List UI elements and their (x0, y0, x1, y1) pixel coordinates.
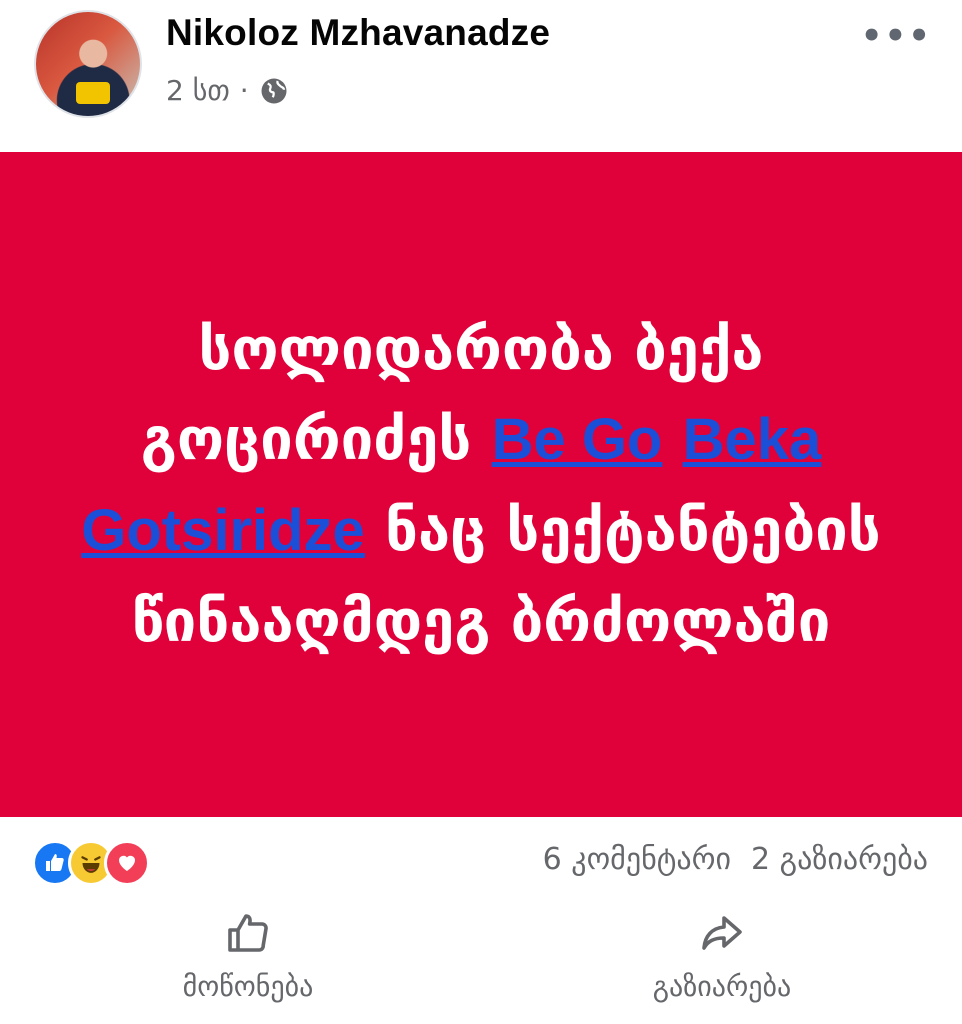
author-avatar[interactable] (34, 10, 142, 118)
author-name[interactable]: Nikoloz Mzhavanadze (166, 12, 550, 54)
meta-separator: · (239, 74, 249, 107)
microphone-shape (76, 82, 110, 104)
share-button[interactable]: გაზიარება (592, 910, 852, 1003)
thumbs-up-icon (228, 914, 268, 952)
banner-text: სოლიდარობა ბექა გოცირიძეს Be Go Beka Got… (51, 304, 911, 666)
more-options-icon[interactable]: ••• (861, 16, 932, 56)
shares-count[interactable]: 2 გაზიარება (751, 842, 928, 877)
post-actions: მოწონება გაზიარება (0, 910, 962, 1020)
comments-count[interactable]: 6 კომენტარი (543, 842, 731, 877)
mention-be-go[interactable]: Be Go (492, 407, 663, 472)
share-arrow-icon (702, 916, 742, 950)
love-reaction-icon (104, 840, 150, 886)
post-banner: სოლიდარობა ბექა გოცირიძეს Be Go Beka Got… (0, 152, 962, 817)
like-button[interactable]: მოწონება (118, 910, 378, 1003)
like-label: მოწონება (182, 970, 314, 1003)
banner-text-before: სოლიდარობა ბექა გოცირიძეს (140, 314, 764, 473)
post-stats: 6 კომენტარი 2 გაზიარება (0, 830, 962, 894)
engagement-counts: 6 კომენტარი 2 გაზიარება (543, 842, 928, 877)
post-time[interactable]: 2 სთ (166, 74, 230, 107)
globe-icon[interactable] (259, 76, 289, 106)
post-meta: 2 სთ · (166, 74, 289, 107)
share-label: გაზიარება (652, 970, 792, 1003)
reaction-summary[interactable] (32, 840, 150, 886)
post-header: Nikoloz Mzhavanadze 2 სთ · ••• (0, 0, 962, 150)
